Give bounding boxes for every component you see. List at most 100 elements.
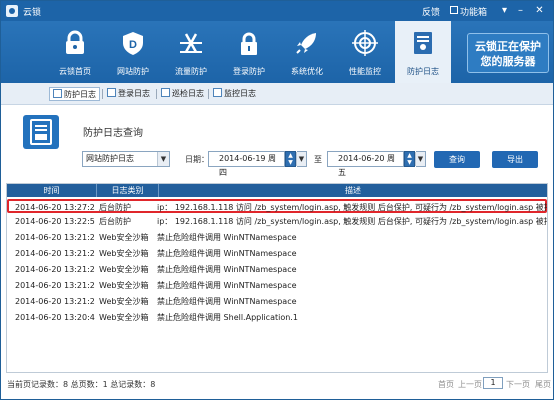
minimize-button[interactable]: –: [514, 4, 527, 17]
chevron-down-icon[interactable]: ▼: [157, 152, 169, 166]
last-page-link[interactable]: 尾页: [535, 379, 551, 390]
nav-label: 云锁首页: [59, 67, 91, 76]
column-header-description[interactable]: 描述: [159, 184, 547, 197]
table-row[interactable]: 2014-06-20 13:21:27 Web安全沙箱 禁止危险组件调用 WinNT…: [7, 279, 547, 293]
date-from-field[interactable]: 2014-06-19 周四: [208, 151, 285, 177]
table-row[interactable]: 2014-06-20 13:27:22 后台防护 ip： 192.168.1.118…: [7, 199, 547, 213]
promo-line1: 云锁正在保护: [475, 40, 541, 53]
cell-desc: ip： 192.168.1.118 访问 /zb_system/login.as…: [157, 217, 547, 226]
page-number-input[interactable]: 1: [483, 377, 503, 389]
cell-desc: 禁止危险组件调用 WinNTNamespace: [157, 249, 297, 258]
nav-protect-log[interactable]: 防护日志: [395, 21, 451, 83]
svg-text:D: D: [129, 39, 137, 51]
cell-desc: 禁止危险组件调用 WinNTNamespace: [157, 233, 297, 242]
cell-category: Web安全沙箱: [99, 297, 149, 306]
menu-box-label: 功能箱: [460, 8, 488, 18]
export-button[interactable]: 导出: [492, 151, 538, 168]
table-row[interactable]: 2014-06-20 13:21:27 Web安全沙箱 禁止危险组件调用 WinNT…: [7, 231, 547, 245]
document-icon: [30, 119, 52, 145]
skin-icon[interactable]: ▾: [498, 4, 511, 17]
cell-desc: 禁止危险组件调用 WinNTNamespace: [157, 281, 297, 290]
cell-desc: 禁止危险组件调用 Shell.Application.1: [157, 313, 298, 322]
date-label: 日期：: [185, 155, 209, 164]
log-type-value: 网站防护日志: [86, 154, 134, 163]
column-header-time[interactable]: 时间: [7, 184, 97, 197]
log-icon: [107, 88, 116, 97]
chevron-down-icon[interactable]: ▼: [415, 152, 425, 166]
nav-label: 流量防护: [175, 67, 207, 76]
tab-inspect-log[interactable]: 巡检日志: [161, 87, 204, 101]
chevron-down-icon[interactable]: ▼: [296, 152, 306, 166]
table-row[interactable]: 2014-06-20 13:21:27 Web安全沙箱 禁止危险组件调用 WinNT…: [7, 263, 547, 277]
log-table: 时间 日志类别 描述 2014-06-20 13:27:22 后台防护 ip： 19…: [6, 183, 548, 373]
table-row[interactable]: 2014-06-20 13:21:27 Web安全沙箱 禁止危险组件调用 WinNT…: [7, 295, 547, 309]
cell-time: 2014-06-20 13:21:27: [15, 297, 95, 306]
table-row[interactable]: 2014-06-20 13:21:27 Web安全沙箱 禁止危险组件调用 WinNT…: [7, 247, 547, 261]
nav-system-optimize[interactable]: 系统优化: [279, 21, 335, 83]
cell-desc: ip： 192.168.1.118 访问 /zb_system/login.as…: [157, 203, 547, 212]
tab-label: 防护日志: [64, 90, 96, 99]
tab-protect-log[interactable]: 防护日志: [49, 87, 100, 101]
nav-label: 系统优化: [291, 67, 323, 76]
cell-desc: 禁止危险组件调用 WinNTNamespace: [157, 265, 297, 274]
tab-login-log[interactable]: 登录日志: [107, 87, 150, 101]
pagination-summary: 当前页记录数：8 总页数：1 总记录数：8: [7, 380, 156, 389]
title-bar: 云锁 反馈 功能箱 ▾ – ✕: [1, 1, 553, 21]
traffic-icon: [180, 33, 202, 53]
cell-time: 2014-06-20 13:21:27: [15, 281, 95, 290]
close-button[interactable]: ✕: [533, 4, 546, 17]
table-row[interactable]: 2014-06-20 13:20:46 Web安全沙箱 禁止危险组件调用 Shell…: [7, 311, 547, 325]
menu-box-link[interactable]: 功能箱: [450, 5, 487, 18]
rocket-icon: [296, 33, 316, 54]
date-to-value: 2014-06-20 周五: [338, 154, 396, 177]
nav-website-protect[interactable]: D 网站防护: [105, 21, 161, 83]
cell-category: Web安全沙箱: [99, 313, 149, 322]
nav-label: 性能监控: [349, 67, 381, 76]
nav-label: 登录防护: [233, 67, 265, 76]
date-from-calendar-dropdown[interactable]: ▼: [296, 151, 307, 167]
date-from-value: 2014-06-19 周四: [219, 154, 277, 177]
nav-login-protect[interactable]: 登录防护: [221, 21, 277, 83]
nav-label: 防护日志: [407, 67, 439, 76]
log-document-icon: [414, 32, 432, 54]
first-page-link[interactable]: 首页: [438, 379, 454, 390]
promo-line2: 您的服务器: [480, 55, 536, 68]
column-header-category[interactable]: 日志类别: [97, 184, 159, 197]
target-icon: [352, 30, 378, 56]
nav-traffic-protect[interactable]: 流量防护: [163, 21, 219, 83]
log-subtabs: 防护日志 登录日志 巡检日志 监控日志: [1, 83, 553, 105]
table-header: 时间 日志类别 描述: [7, 184, 547, 197]
tab-divider: [102, 89, 103, 99]
tab-divider: [208, 89, 209, 99]
nav-label: 网站防护: [117, 67, 149, 76]
protection-status-badge: 云锁正在保护 您的服务器: [467, 33, 549, 73]
query-title: 防护日志查询: [83, 128, 143, 139]
nav-home[interactable]: 云锁首页: [47, 21, 103, 83]
to-label: 至: [314, 155, 322, 164]
cell-desc: 禁止危险组件调用 WinNTNamespace: [157, 297, 297, 306]
date-to-spinner[interactable]: ▲ ▼: [404, 151, 415, 167]
tab-monitor-log[interactable]: 监控日志: [213, 87, 256, 101]
cell-time: 2014-06-20 13:27:22: [15, 203, 95, 212]
app-window: 云锁 反馈 功能箱 ▾ – ✕ 云锁首页 D 网站防护 流量防护 登录防护 系统…: [0, 0, 554, 400]
cell-time: 2014-06-20 13:22:57: [15, 217, 95, 226]
date-to-field[interactable]: 2014-06-20 周五: [327, 151, 404, 177]
tab-label: 登录日志: [118, 89, 150, 98]
next-page-link[interactable]: 下一页: [506, 379, 530, 390]
main-nav: 云锁首页 D 网站防护 流量防护 登录防护 系统优化 性能监控 防护日志 云锁正…: [1, 21, 553, 83]
prev-page-link[interactable]: 上一页: [458, 379, 482, 390]
date-from-spinner[interactable]: ▲ ▼: [285, 151, 296, 167]
log-type-select[interactable]: 网站防护日志 ▼: [82, 151, 170, 167]
app-title: 云锁: [23, 8, 42, 18]
lock-icon: [66, 30, 84, 54]
date-to-calendar-dropdown[interactable]: ▼: [415, 151, 426, 167]
search-button[interactable]: 查询: [434, 151, 480, 168]
cell-time: 2014-06-20 13:21:27: [15, 265, 95, 274]
feedback-link[interactable]: 反馈: [422, 5, 440, 18]
table-row[interactable]: 2014-06-20 13:22:57 后台防护 ip： 192.168.1.118…: [7, 215, 547, 229]
log-icon: [213, 88, 222, 97]
app-logo-icon: [6, 5, 18, 17]
cell-category: Web安全沙箱: [99, 281, 149, 290]
nav-performance[interactable]: 性能监控: [337, 21, 393, 83]
tab-divider: [156, 89, 157, 99]
